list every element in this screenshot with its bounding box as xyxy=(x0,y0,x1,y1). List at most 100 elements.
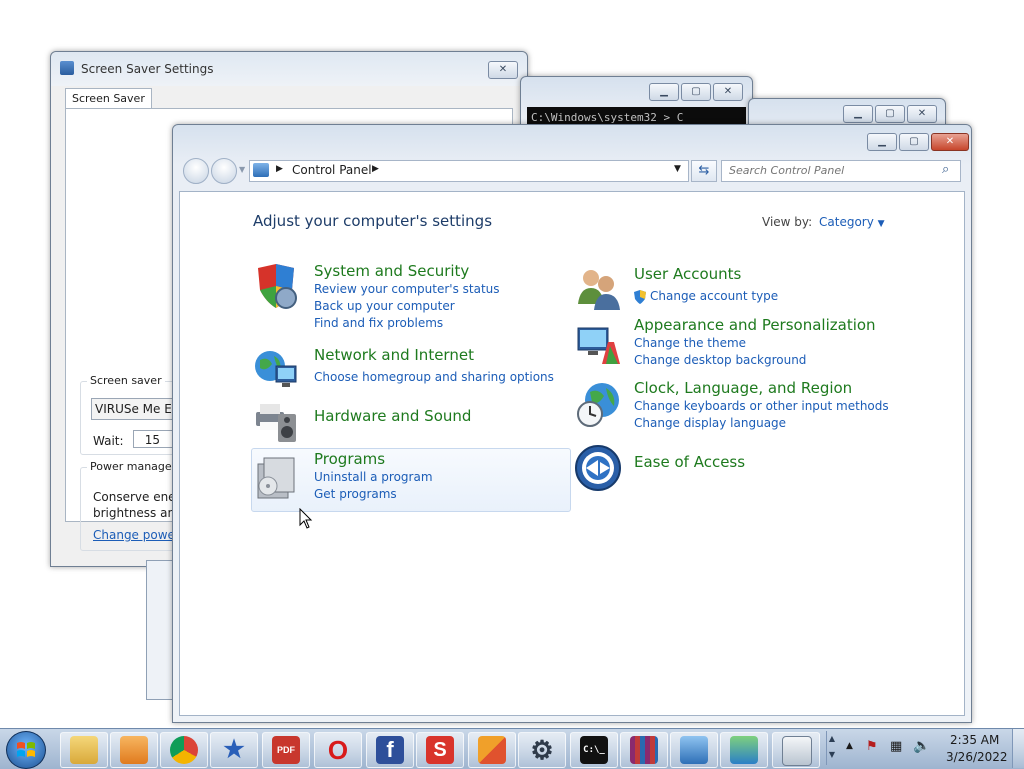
category-programs[interactable]: Programs xyxy=(314,450,385,468)
taskbar-cmd[interactable]: C:\_ xyxy=(570,732,618,768)
user-accounts-icon xyxy=(578,270,620,310)
window-icon xyxy=(782,736,812,766)
taskbar-chrome[interactable] xyxy=(160,732,208,768)
minimize-button[interactable]: ▁ xyxy=(867,133,897,151)
show-desktop-button[interactable] xyxy=(1012,729,1024,768)
volume-icon[interactable]: 🔈 xyxy=(913,738,930,754)
category-appearance-personalization[interactable]: Appearance and Personalization xyxy=(634,316,876,334)
link-review-status[interactable]: Review your computer's status xyxy=(314,282,500,296)
control-panel-window: ▁ ▢ ✕ ▼ ▶ Control Panel ▶ ▼ ⇆ Search Con… xyxy=(172,124,972,723)
control-panel-content: Adjust your computer's settings View by:… xyxy=(179,191,965,716)
office-icon xyxy=(478,736,506,764)
taskbar-scroll[interactable]: ▲ ▼ xyxy=(826,731,837,765)
taskbar-explorer[interactable] xyxy=(60,732,108,768)
control-panel-icon xyxy=(680,736,708,764)
taskbar-display[interactable] xyxy=(720,732,768,768)
start-button[interactable] xyxy=(6,731,46,769)
search-box[interactable]: Search Control Panel ⌕ xyxy=(721,160,961,182)
refresh-button[interactable]: ⇆ xyxy=(691,160,717,182)
wait-minutes-input[interactable]: 15 xyxy=(133,430,177,448)
close-button[interactable]: ✕ xyxy=(488,61,518,79)
view-by-label: View by: xyxy=(762,215,813,229)
winrar-icon xyxy=(630,736,658,764)
maximize-button[interactable]: ▢ xyxy=(875,105,905,123)
category-system-security[interactable]: System and Security xyxy=(314,262,469,280)
programs-box-icon xyxy=(257,457,295,499)
view-by-dropdown[interactable]: Category ▼ xyxy=(819,215,885,229)
cmd-icon: C:\_ xyxy=(580,736,608,764)
taskbar-pdf[interactable]: PDF xyxy=(262,732,310,768)
maximize-button[interactable]: ▢ xyxy=(899,133,929,151)
pdf-icon: PDF xyxy=(272,736,300,764)
link-change-display-language[interactable]: Change display language xyxy=(634,416,786,430)
close-button[interactable]: ✕ xyxy=(713,83,743,101)
search-input[interactable]: Search Control Panel xyxy=(729,164,844,177)
category-clock-language-region[interactable]: Clock, Language, and Region xyxy=(634,379,852,397)
clock-globe-icon xyxy=(577,383,619,427)
control-panel-small-icon xyxy=(253,163,269,177)
clock-date[interactable]: 3/26/2022 xyxy=(946,750,1008,764)
taskbar-window-app[interactable] xyxy=(772,732,820,768)
category-hardware-sound[interactable]: Hardware and Sound xyxy=(314,407,471,425)
link-find-fix[interactable]: Find and fix problems xyxy=(314,316,443,330)
show-hidden-icons-chevron-icon[interactable]: ▲ xyxy=(846,741,853,751)
mouse-cursor-icon xyxy=(299,508,313,529)
windows-logo-icon xyxy=(17,742,35,757)
taskbar-opera[interactable]: O xyxy=(314,732,362,768)
link-change-account-type[interactable]: Change account type xyxy=(650,289,778,303)
chevron-down-icon: ▼ xyxy=(877,219,885,229)
taskbar-star-app[interactable]: ★ xyxy=(210,732,258,768)
gear-app-icon: ⚙ xyxy=(530,735,554,765)
link-uninstall-program[interactable]: Uninstall a program xyxy=(314,470,433,484)
taskbar-winrar[interactable] xyxy=(620,732,668,768)
search-icon[interactable]: ⌕ xyxy=(942,162,949,177)
screen-saver-app-icon xyxy=(60,61,74,75)
taskbar-media-player[interactable] xyxy=(110,732,158,768)
taskbar-gear-app[interactable]: ⚙ xyxy=(518,732,566,768)
close-button[interactable]: ✕ xyxy=(931,133,969,151)
s-app-icon: S xyxy=(426,736,454,764)
link-change-keyboards[interactable]: Change keyboards or other input methods xyxy=(634,399,889,413)
opera-icon: O xyxy=(327,735,349,765)
minimize-button[interactable]: ▁ xyxy=(843,105,873,123)
maximize-button[interactable]: ▢ xyxy=(681,83,711,101)
link-change-background[interactable]: Change desktop background xyxy=(634,353,806,367)
clock-time[interactable]: 2:35 AM xyxy=(950,733,999,747)
forward-button[interactable] xyxy=(211,158,237,184)
address-dropdown-icon[interactable]: ▼ xyxy=(674,164,681,174)
display-icon xyxy=(730,736,758,764)
link-get-programs[interactable]: Get programs xyxy=(314,487,397,501)
breadcrumb-chevron-icon[interactable]: ▶ xyxy=(276,164,283,174)
breadcrumb-control-panel[interactable]: Control Panel xyxy=(292,163,372,177)
uac-shield-icon xyxy=(634,290,646,304)
close-button[interactable]: ✕ xyxy=(907,105,937,123)
category-user-accounts[interactable]: User Accounts xyxy=(634,265,741,283)
screen-saver-titlebar[interactable]: Screen Saver Settings ✕ xyxy=(51,52,527,86)
link-back-up[interactable]: Back up your computer xyxy=(314,299,455,313)
tab-screen-saver[interactable]: Screen Saver xyxy=(65,88,152,108)
network-icon[interactable]: ▦ xyxy=(890,739,902,754)
category-ease-of-access[interactable]: Ease of Access xyxy=(634,453,745,471)
action-center-flag-icon[interactable]: ⚑ xyxy=(866,739,878,754)
recent-pages-chevron-icon[interactable]: ▼ xyxy=(239,165,245,174)
taskbar: ★ PDF O f S ⚙ C:\_ ▲ ▼ ▲ ⚑ ▦ 🔈 2:35 AM 3/… xyxy=(0,728,1024,769)
screen-saver-group-label: Screen saver xyxy=(87,374,165,387)
taskbar-facebook[interactable]: f xyxy=(366,732,414,768)
taskbar-office[interactable] xyxy=(468,732,516,768)
view-by-value: Category xyxy=(819,215,874,229)
address-bar[interactable]: ▶ Control Panel ▶ ▼ xyxy=(249,160,689,182)
back-button[interactable] xyxy=(183,158,209,184)
taskbar-control-panel[interactable] xyxy=(670,732,718,768)
chrome-icon xyxy=(170,736,198,764)
breadcrumb-chevron-icon[interactable]: ▶ xyxy=(372,164,379,174)
minimize-button[interactable]: ▁ xyxy=(649,83,679,101)
printer-speaker-icon xyxy=(256,404,296,442)
appearance-monitor-icon xyxy=(577,327,620,364)
category-network-internet[interactable]: Network and Internet xyxy=(314,346,474,364)
change-power-link[interactable]: Change power xyxy=(93,528,180,542)
link-homegroup-sharing[interactable]: Choose homegroup and sharing options xyxy=(314,370,554,384)
shield-icon xyxy=(258,264,297,309)
taskbar-s-app[interactable]: S xyxy=(416,732,464,768)
power-group-label: Power manager xyxy=(87,460,180,473)
link-change-theme[interactable]: Change the theme xyxy=(634,336,746,350)
